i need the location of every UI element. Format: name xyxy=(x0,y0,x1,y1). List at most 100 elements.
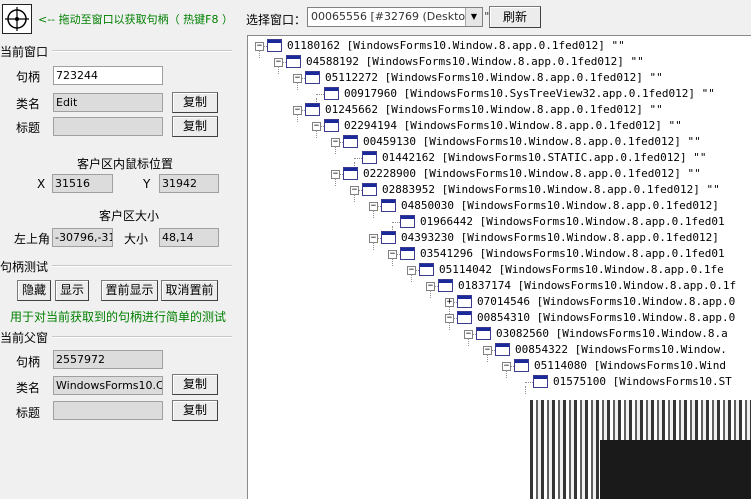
tree-node-label: 05112272 [WindowsForms10.Window.8.app.0.… xyxy=(325,71,663,84)
size-field[interactable]: 48,14 xyxy=(159,228,219,247)
mouse-position-title: 客户区内鼠标位置 xyxy=(77,157,174,171)
tree-node-label: 04393230 [WindowsForms10.Window.8.app.0.… xyxy=(401,231,719,244)
window-icon xyxy=(362,151,377,164)
tree-connector xyxy=(449,322,450,330)
window-icon xyxy=(533,375,548,388)
parent-copy-class-button[interactable]: 复制 xyxy=(172,374,218,395)
y-field[interactable]: 31942 xyxy=(159,174,219,193)
tree-node-label: 01575100 [WindowsForms10.ST xyxy=(553,375,732,388)
tree-connector xyxy=(392,258,393,266)
finder-hint: <-- 拖动至窗口以获取句柄（ 热键F8 ） xyxy=(38,13,233,26)
window-icon xyxy=(400,247,415,260)
parent-copy-title-button[interactable]: 复制 xyxy=(172,400,218,421)
crosshair-finder-tool[interactable] xyxy=(2,4,32,34)
tree-connector xyxy=(468,338,469,346)
tree-node-label: 07014546 [WindowsForms10.Window.8.app.0 xyxy=(477,295,736,308)
window-icon xyxy=(457,311,472,324)
render-artifact-region xyxy=(600,440,751,499)
window-icon xyxy=(305,103,320,116)
window-icon xyxy=(362,183,377,196)
tree-node-label: 02294194 [WindowsForms10.Window.8.app.0.… xyxy=(344,119,682,132)
handle-test-note: 用于对当前获取到的句柄进行简单的测试 xyxy=(10,310,227,324)
copy-title-button[interactable]: 复制 xyxy=(172,116,218,137)
tree-node-label: 01245662 [WindowsForms10.Window.8.app.0.… xyxy=(325,103,663,116)
crosshair-icon xyxy=(5,7,29,31)
tree-node-label: 00854322 [WindowsForms10.Window. xyxy=(515,343,727,356)
section-divider xyxy=(52,50,232,52)
select-window-label: 选择窗口： xyxy=(246,13,307,27)
window-icon xyxy=(381,199,396,212)
title-field[interactable] xyxy=(53,117,163,136)
parent-class-label: 类名 xyxy=(16,381,41,395)
tree-connector xyxy=(278,66,279,74)
tree-connector xyxy=(354,194,355,202)
topmost-button[interactable]: 置前显示 xyxy=(101,280,158,301)
parent-handle-field[interactable]: 2557972 xyxy=(53,350,163,369)
tree-node-label: 02228900 [WindowsForms10.Window.8.app.0.… xyxy=(363,167,701,180)
window-icon xyxy=(457,295,472,308)
chevron-down-icon[interactable]: ▼ xyxy=(465,8,482,26)
handle-label: 句柄 xyxy=(16,70,41,84)
untopmost-button[interactable]: 取消置前 xyxy=(161,280,218,301)
window-icon xyxy=(400,215,415,228)
window-icon xyxy=(343,135,358,148)
tree-connector xyxy=(525,386,526,394)
tree-node-label: 01442162 [WindowsForms10.STATIC.app.0.1f… xyxy=(382,151,707,164)
parent-title-field[interactable] xyxy=(53,401,163,420)
tree-node-label: 02883952 [WindowsForms10.Window.8.app.0.… xyxy=(382,183,720,196)
window-icon xyxy=(267,39,282,52)
window-icon xyxy=(438,279,453,292)
tree-node-label: 01837174 [WindowsForms10.Window.8.app.0.… xyxy=(458,279,737,292)
window-icon xyxy=(476,327,491,340)
parent-title-label: 标题 xyxy=(16,406,41,420)
tree-connector xyxy=(297,114,298,122)
tree-connector xyxy=(411,274,412,282)
window-icon xyxy=(324,119,339,132)
class-field[interactable]: Edit xyxy=(53,93,163,112)
tree-connector xyxy=(430,290,431,298)
handle-test-section-title: 句柄测试 xyxy=(0,260,49,274)
tree-node-label: 05114042 [WindowsForms10.Window.8.app.0.… xyxy=(439,263,724,276)
handle-field[interactable]: 723244 xyxy=(53,66,163,85)
client-size-title: 客户区大小 xyxy=(99,209,160,223)
tree-node-label: 03082560 [WindowsForms10.Window.8.a xyxy=(496,327,728,340)
size-label: 大小 xyxy=(124,232,149,246)
y-label: Y xyxy=(143,177,151,191)
window-select-dropdown[interactable]: 00065556 [#32769 (Desktop)] "" ▼ xyxy=(307,7,494,27)
parent-class-field[interactable]: WindowsForms10.COM xyxy=(53,376,163,395)
tree-node-label: 03541296 [WindowsForms10.Window.8.app.0.… xyxy=(420,247,725,260)
window-icon xyxy=(495,343,510,356)
class-label: 类名 xyxy=(16,97,41,111)
tree-connector xyxy=(506,370,507,378)
window-icon xyxy=(419,263,434,276)
copy-class-button[interactable]: 复制 xyxy=(172,92,218,113)
parent-handle-label: 句柄 xyxy=(16,355,41,369)
hide-button[interactable]: 隐藏 xyxy=(17,280,51,301)
window-icon xyxy=(343,167,358,180)
tree-connector xyxy=(335,178,336,186)
tree-node-label: 04850030 [WindowsForms10.Window.8.app.0.… xyxy=(401,199,719,212)
window-icon xyxy=(286,55,301,68)
top-left-field[interactable]: -30796,-313 xyxy=(52,228,113,247)
show-button[interactable]: 显示 xyxy=(55,280,89,301)
tree-connector xyxy=(297,82,298,90)
current-window-section-title: 当前窗口 xyxy=(0,45,49,59)
tree-connector xyxy=(316,130,317,138)
tree-connector xyxy=(259,50,260,58)
tree-node-label: 04588192 [WindowsForms10.Window.8.app.0.… xyxy=(306,55,644,68)
x-field[interactable]: 31516 xyxy=(52,174,113,193)
window-icon xyxy=(324,87,339,100)
section-divider xyxy=(52,336,232,338)
refresh-button[interactable]: 刷新 xyxy=(489,6,541,28)
window-icon xyxy=(381,231,396,244)
tree-connector xyxy=(373,210,374,218)
tree-connector xyxy=(373,242,374,250)
tree-connector xyxy=(487,354,488,362)
tree-node-label: 00854310 [WindowsForms10.Window.8.app.0 xyxy=(477,311,736,324)
parent-window-section-title: 当前父窗 xyxy=(0,331,49,345)
tree-node-label: 00459130 [WindowsForms10.Window.8.app.0.… xyxy=(363,135,701,148)
window-icon xyxy=(305,71,320,84)
top-left-label: 左上角 xyxy=(14,232,51,246)
title-label: 标题 xyxy=(16,121,41,135)
x-label: X xyxy=(37,177,46,191)
